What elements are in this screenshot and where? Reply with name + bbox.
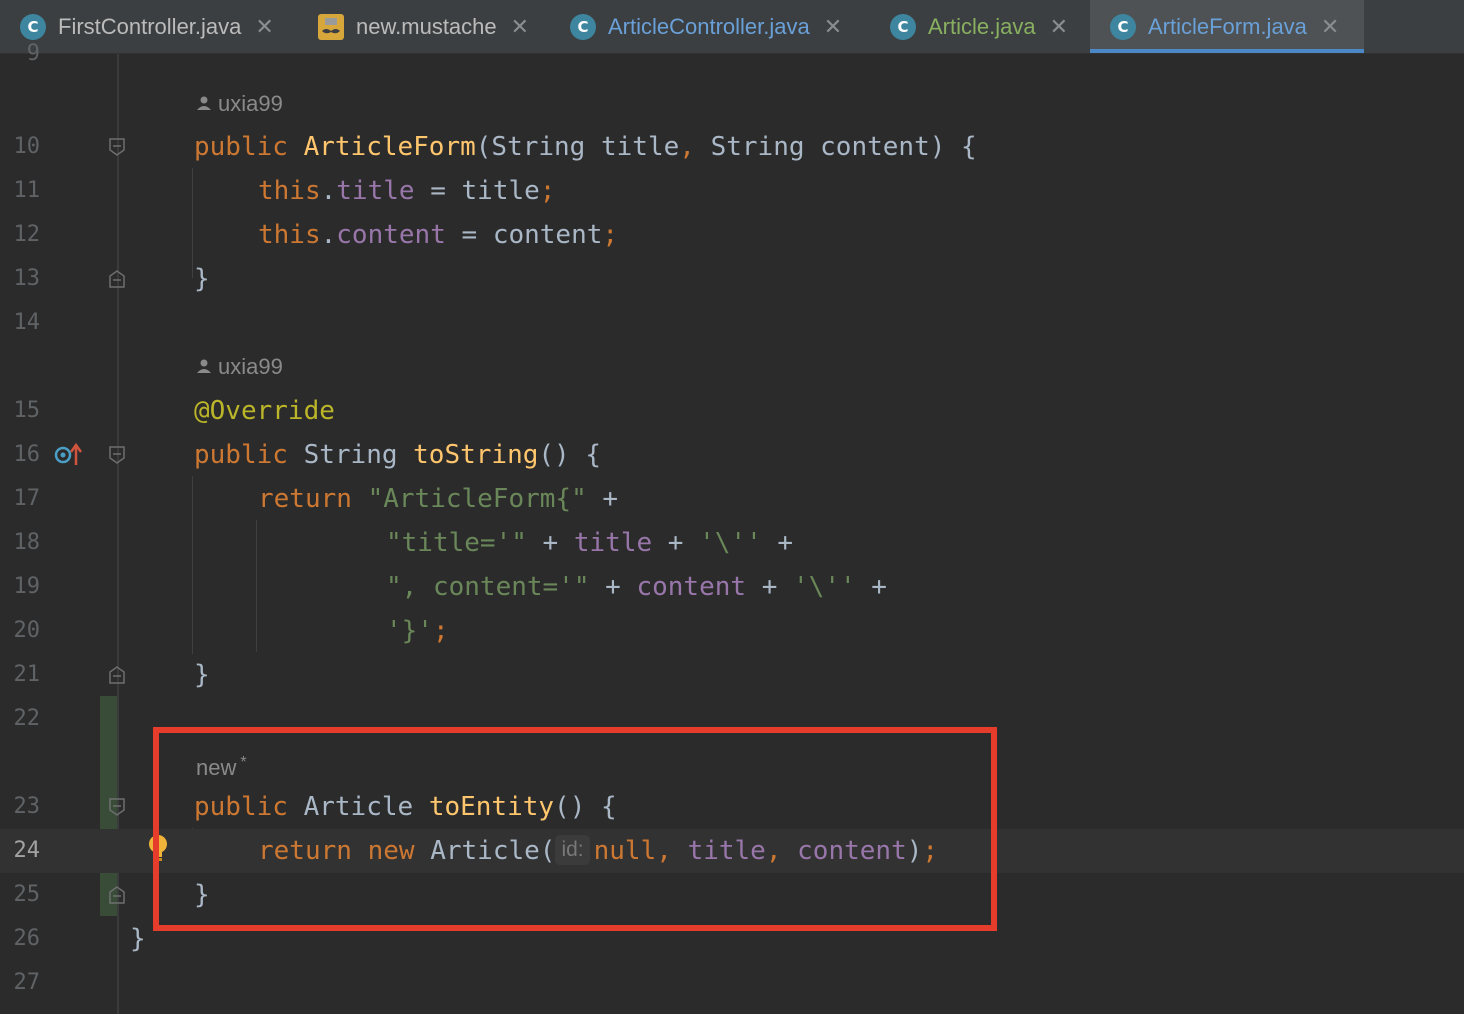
fold-icon[interactable] [109,446,125,464]
line-number: 24 [13,838,41,863]
line-number: 9 [26,41,40,66]
line-number: 23 [13,794,41,819]
author-name: uxia99 [218,354,283,379]
code-text: return "ArticleForm{" + [258,484,619,514]
override-method-icon[interactable] [54,443,84,467]
code-line: 13 } [0,257,1464,301]
code-line: 9 [0,32,1464,76]
code-line: 15 @Override [0,389,1464,433]
code-editor[interactable]: 9 uxia99 10 public ArticleForm(String ti… [0,41,1464,1014]
author-hint[interactable]: uxia99 [196,82,283,126]
code-text: ", content='" + content + '\'' + [386,572,887,602]
code-text: '}'; [386,616,449,646]
code-text: this.title = title; [258,176,556,206]
fold-icon[interactable] [109,138,125,156]
code-line: 16 public String toString() { [0,433,1464,477]
code-text: @Override [194,396,335,426]
code-text: public String toString() { [194,440,602,470]
line-number: 17 [13,486,41,511]
line-number: 11 [13,178,41,203]
code-line: 18 "title='" + title + '\'' + [0,521,1464,565]
code-line: 11 this.title = title; [0,169,1464,213]
line-number: 27 [13,970,41,995]
author-hint[interactable]: uxia99 [196,345,283,389]
line-number: 18 [13,530,41,555]
code-line: 14 [0,301,1464,345]
line-number: 10 [13,134,41,159]
code-text: "title='" + title + '\'' + [386,528,794,558]
line-number: 12 [13,222,41,247]
author-name: uxia99 [218,91,283,116]
code-text: public ArticleForm(String title, String … [194,132,977,162]
line-number: 26 [13,926,41,951]
code-line: 10 public ArticleForm(String title, Stri… [0,125,1464,169]
code-text: this.content = content; [258,220,619,250]
line-number: 20 [13,618,41,643]
line-number: 15 [13,398,41,423]
code-line: 20 '}'; [0,609,1464,653]
code-text: } [194,264,210,294]
line-number: 25 [13,882,41,907]
code-line: 27 [0,961,1464,1005]
code-line: 17 return "ArticleForm{" + [0,477,1464,521]
code-line: 21 } [0,653,1464,697]
fold-end-icon[interactable] [109,270,125,288]
highlight-box [153,727,997,931]
line-number: 22 [13,706,41,731]
line-number: 19 [13,574,41,599]
line-number: 21 [13,662,41,687]
line-number: 13 [13,266,41,291]
code-line: 19 ", content='" + content + '\'' + [0,565,1464,609]
fold-icon[interactable] [109,798,125,816]
person-icon [197,96,211,110]
code-text: } [130,924,146,954]
code-text: } [194,660,210,690]
code-line: 12 this.content = content; [0,213,1464,257]
fold-end-icon[interactable] [109,886,125,904]
person-icon [197,359,211,373]
fold-end-icon[interactable] [109,666,125,684]
line-number: 16 [13,442,41,467]
line-number: 14 [13,310,41,335]
